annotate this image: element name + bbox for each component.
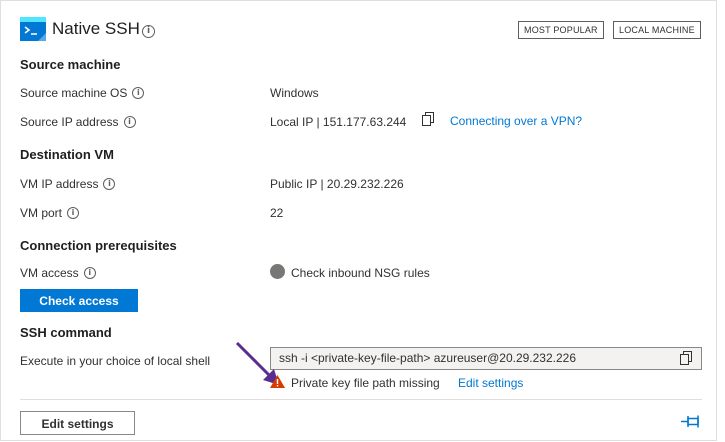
most-popular-badge: MOST POPULAR [518,21,604,39]
ssh-command-field[interactable]: ssh -i <private-key-file-path> azureuser… [270,347,702,370]
shell-label: Execute in your choice of local shell [20,354,211,368]
vm-port-label-text: VM port [20,206,63,220]
vm-access-status: Check inbound NSG rules [291,266,430,280]
source-os-label-text: Source machine OS [20,86,128,100]
warning-text: Private key file path missing [291,376,440,390]
edit-settings-link[interactable]: Edit settings [458,376,523,390]
local-machine-badge: LOCAL MACHINE [613,21,701,39]
prerequisites-heading: Connection prerequisites [20,238,177,253]
warning-icon [270,375,285,388]
vm-ip-label: VM IP address i [20,177,116,191]
source-ip-label-text: Source IP address [20,115,119,129]
vm-port-label: VM port i [20,206,80,220]
vm-ip-value: Public IP | 20.29.232.226 [270,177,404,191]
terminal-icon [20,17,46,41]
info-icon[interactable]: i [123,115,136,128]
edit-settings-button[interactable]: Edit settings [20,411,135,435]
info-icon[interactable]: i [132,86,145,99]
info-icon[interactable]: i [103,177,116,190]
ssh-command-heading: SSH command [20,325,112,340]
copy-icon[interactable] [680,351,692,365]
page-title: Native SSH [52,19,140,38]
pin-icon[interactable] [681,414,702,429]
info-icon[interactable]: i [67,206,80,219]
vm-access-label-text: VM access [20,266,79,280]
vpn-link[interactable]: Connecting over a VPN? [450,114,582,128]
check-access-button[interactable]: Check access [20,289,138,312]
destination-vm-heading: Destination VM [20,147,114,162]
status-dot-icon [270,264,285,279]
vm-ip-label-text: VM IP address [20,177,99,191]
info-icon[interactable]: i [83,266,96,279]
vm-port-value: 22 [270,206,284,220]
source-machine-heading: Source machine [20,57,121,72]
divider [20,399,702,400]
source-os-label: Source machine OS i [20,86,145,100]
vm-access-label: VM access i [20,266,96,280]
copy-icon[interactable] [422,112,434,126]
info-icon[interactable]: i [142,25,155,39]
ssh-command-text: ssh -i <private-key-file-path> azureuser… [279,351,577,365]
source-ip-label: Source IP address i [20,115,136,129]
source-os-value: Windows [270,86,319,100]
native-ssh-panel: Native SSH i MOST POPULAR LOCAL MACHINE … [0,0,717,441]
source-ip-value: Local IP | 151.177.63.244 [270,115,407,129]
